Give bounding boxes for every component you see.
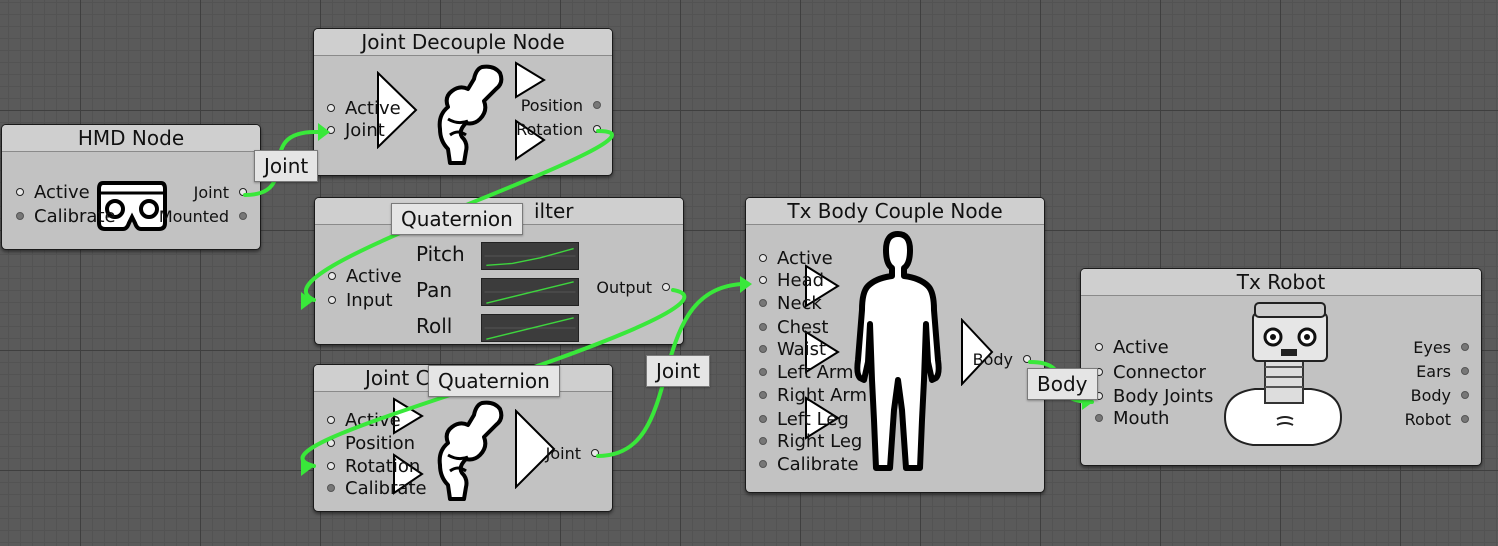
robot-input-body-joints[interactable]: Body Joints (1095, 386, 1213, 408)
connection-label-quaternion-lower: Quaternion (428, 365, 560, 397)
port-dot[interactable] (593, 125, 601, 133)
decouple-output-rotation[interactable]: Rotation (516, 119, 601, 141)
port-dot[interactable] (759, 299, 767, 307)
port-dot[interactable] (662, 283, 670, 291)
joint-decouple-node[interactable]: Joint Decouple Node Active Joint Positio… (313, 28, 613, 176)
pan-curve-field[interactable] (481, 278, 579, 306)
port-dot[interactable] (328, 296, 336, 304)
port-dot[interactable] (327, 462, 335, 470)
decouple-output-position[interactable]: Position (521, 95, 601, 117)
port-dot[interactable] (239, 188, 247, 196)
robot-output-ears[interactable]: Ears (1416, 361, 1469, 383)
port-dot[interactable] (759, 368, 767, 376)
port-dot[interactable] (327, 416, 335, 424)
couple-input-rotation[interactable]: Rotation (327, 456, 420, 478)
body-input-head[interactable]: Head (759, 270, 824, 292)
port-dot[interactable] (1461, 343, 1469, 351)
body-output-body[interactable]: Body (973, 349, 1031, 371)
port-dot[interactable] (759, 276, 767, 284)
body-input-calibrate[interactable]: Calibrate (759, 454, 859, 476)
port-dot[interactable] (1461, 415, 1469, 423)
body-input-left-leg[interactable]: Left Leg (759, 409, 849, 431)
port-dot[interactable] (327, 484, 335, 492)
connection-label-joint-hmd: Joint (254, 150, 319, 182)
robot-output-robot[interactable]: Robot (1405, 409, 1469, 431)
body-node-title[interactable]: Tx Body Couple Node (746, 198, 1044, 225)
filter-input-input[interactable]: Input (328, 290, 393, 312)
pitch-curve-field[interactable] (481, 242, 579, 270)
filter-output-output[interactable]: Output (596, 277, 670, 299)
port-dot[interactable] (239, 212, 247, 220)
channel-label-pan: Pan (416, 278, 453, 302)
body-input-left-arm[interactable]: Left Arm (759, 362, 854, 384)
body-input-right-leg[interactable]: Right Leg (759, 431, 862, 453)
body-couple-node[interactable]: Tx Body Couple Node Active Head Neck Che… (745, 197, 1045, 493)
connection-label-quaternion-upper: Quaternion (391, 203, 523, 235)
robot-node-title[interactable]: Tx Robot (1081, 269, 1481, 296)
port-dot[interactable] (1461, 367, 1469, 375)
robot-icon (1215, 301, 1351, 455)
knee-joint-icon (434, 399, 506, 505)
port-dot[interactable] (328, 272, 336, 280)
hmd-node[interactable]: HMD Node Active Calibrate Joint Mounted (1, 124, 261, 250)
port-dot[interactable] (16, 212, 24, 220)
port-dot[interactable] (16, 188, 24, 196)
port-dot[interactable] (759, 254, 767, 262)
couple-output-joint[interactable]: Joint (546, 443, 599, 465)
decouple-input-active[interactable]: Active (327, 98, 401, 120)
hmd-input-active[interactable]: Active (16, 182, 90, 204)
tx-robot-node[interactable]: Tx Robot Active Connector Body Joints Mo… (1080, 268, 1482, 466)
port-dot[interactable] (759, 323, 767, 331)
wire-arrowhead (301, 292, 313, 310)
couple-input-position[interactable]: Position (327, 433, 415, 455)
port-dot[interactable] (759, 345, 767, 353)
hmd-output-joint[interactable]: Joint (194, 182, 247, 204)
port-dot[interactable] (759, 391, 767, 399)
body-input-active[interactable]: Active (759, 248, 833, 270)
port-dot[interactable] (759, 460, 767, 468)
port-dot[interactable] (591, 449, 599, 457)
robot-output-eyes[interactable]: Eyes (1413, 337, 1469, 359)
port-dot[interactable] (1023, 355, 1031, 363)
body-input-chest[interactable]: Chest (759, 317, 829, 339)
body-input-waist[interactable]: Waist (759, 339, 826, 361)
connection-label-body: Body (1027, 368, 1098, 400)
connection-label-joint-couple: Joint (646, 355, 711, 387)
robot-input-connector[interactable]: Connector (1095, 362, 1206, 384)
channel-label-roll: Roll (416, 314, 453, 338)
body-input-right-arm[interactable]: Right Arm (759, 385, 867, 407)
port-dot[interactable] (759, 437, 767, 445)
filter-input-active[interactable]: Active (328, 266, 402, 288)
port-dot[interactable] (327, 126, 335, 134)
hmd-node-title[interactable]: HMD Node (2, 125, 260, 152)
decouple-input-joint[interactable]: Joint (327, 120, 385, 142)
hmd-input-calibrate[interactable]: Calibrate (16, 206, 116, 228)
robot-input-mouth[interactable]: Mouth (1095, 408, 1169, 430)
couple-input-active[interactable]: Active (327, 410, 401, 432)
port-dot[interactable] (1461, 391, 1469, 399)
knee-joint-icon (434, 63, 506, 169)
robot-input-active[interactable]: Active (1095, 337, 1169, 359)
hmd-output-mounted[interactable]: Mounted (159, 206, 247, 228)
channel-label-pitch: Pitch (416, 242, 465, 266)
port-dot[interactable] (593, 101, 601, 109)
couple-input-calibrate[interactable]: Calibrate (327, 478, 427, 500)
port-dot[interactable] (327, 439, 335, 447)
wire-arrowhead (301, 458, 313, 476)
roll-curve-field[interactable] (481, 314, 579, 342)
port-dot[interactable] (1095, 414, 1103, 422)
decouple-node-title[interactable]: Joint Decouple Node (314, 29, 612, 56)
port-dot[interactable] (1095, 343, 1103, 351)
body-input-neck[interactable]: Neck (759, 293, 822, 315)
robot-output-body[interactable]: Body (1411, 385, 1469, 407)
port-dot[interactable] (327, 104, 335, 112)
port-dot[interactable] (759, 415, 767, 423)
